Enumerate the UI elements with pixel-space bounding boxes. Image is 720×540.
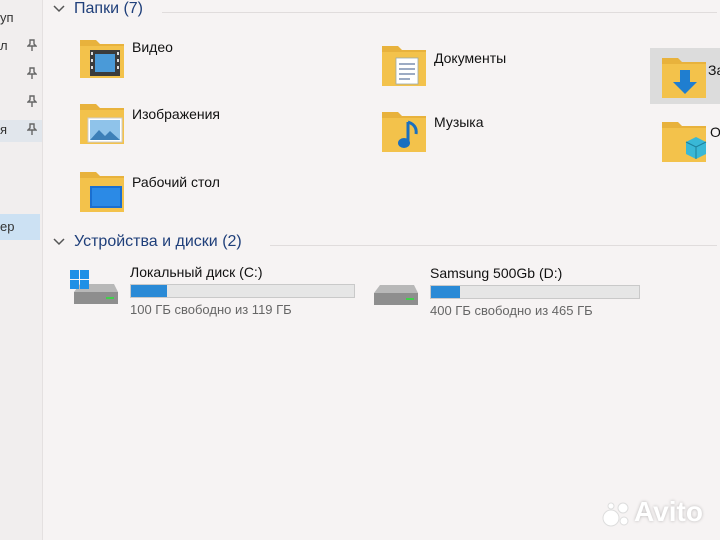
folders-section-title: Папки (7) xyxy=(74,0,143,17)
video-folder-icon xyxy=(80,40,124,78)
downloads-folder-icon xyxy=(662,58,706,98)
folder-label: Рабочий стол xyxy=(132,174,220,190)
folder-label: За xyxy=(708,62,720,78)
pin-icon xyxy=(27,123,37,135)
folder-documents[interactable]: Документы xyxy=(380,40,580,100)
folder-label: Музыка xyxy=(434,114,484,130)
watermark-text: Avito xyxy=(634,496,703,527)
navigation-pane: уп л я ер xyxy=(0,0,43,540)
nav-item-pinned-5[interactable]: я xyxy=(0,120,42,142)
folder-label: Документы xyxy=(434,50,507,66)
nav-item-label: ер xyxy=(0,219,15,234)
avito-watermark: Avito xyxy=(602,496,703,530)
drive-free-space: 400 ГБ свободно из 465 ГБ xyxy=(430,303,593,318)
pin-icon xyxy=(27,39,37,51)
folder-downloads[interactable]: За xyxy=(650,48,720,104)
avito-logo-icon xyxy=(602,502,629,527)
drive-name: Samsung 500Gb (D:) xyxy=(430,265,563,281)
drive-usage-fill xyxy=(131,285,167,297)
nav-item-label: уп xyxy=(0,10,14,25)
nav-item-label: я xyxy=(0,122,8,137)
chevron-down-icon xyxy=(53,5,65,13)
windows-drive-icon xyxy=(70,270,118,304)
folder-3d-objects[interactable]: Об xyxy=(660,116,720,176)
drive-name: Локальный диск (C:) xyxy=(130,264,263,280)
drive-usage-bar xyxy=(430,285,640,299)
nav-item-pinned-2[interactable]: л xyxy=(0,36,42,58)
drives-section-title: Устройства и диски (2) xyxy=(74,233,242,250)
desktop-folder-icon xyxy=(80,172,124,212)
pictures-folder-icon xyxy=(80,104,124,144)
drive-free-space: 100 ГБ свободно из 119 ГБ xyxy=(130,302,292,317)
pin-icon xyxy=(27,95,37,107)
folder-music[interactable]: Музыка xyxy=(380,106,580,166)
drive-c[interactable]: Локальный диск (C:) 100 ГБ свободно из 1… xyxy=(70,264,370,324)
section-divider xyxy=(162,12,717,13)
folder-label: Видео xyxy=(132,39,173,55)
drive-usage-bar xyxy=(130,284,355,298)
folder-video[interactable]: Видео xyxy=(78,32,278,92)
folder-label: Изображения xyxy=(132,106,220,122)
nav-item-label: л xyxy=(0,38,8,53)
folder-pictures[interactable]: Изображения xyxy=(78,98,278,158)
documents-folder-icon xyxy=(382,46,426,86)
3d-objects-folder-icon xyxy=(662,122,707,162)
nav-item-pinned-1[interactable]: уп xyxy=(0,8,42,30)
nav-item-this-pc[interactable]: ер xyxy=(0,214,40,240)
chevron-down-icon xyxy=(53,238,65,246)
pin-icon xyxy=(27,67,37,79)
drives-section-header[interactable]: Устройства и диски (2) xyxy=(52,233,717,257)
section-divider xyxy=(270,245,717,246)
folders-section-header[interactable]: Папки (7) xyxy=(52,0,717,24)
folder-desktop[interactable]: Рабочий стол xyxy=(78,166,278,226)
nav-item-pinned-3[interactable] xyxy=(0,64,42,86)
drive-usage-fill xyxy=(431,286,461,298)
music-folder-icon xyxy=(382,112,426,152)
folder-label: Об xyxy=(710,124,720,140)
hard-drive-icon xyxy=(374,285,418,305)
drive-d[interactable]: Samsung 500Gb (D:) 400 ГБ свободно из 46… xyxy=(370,265,670,325)
nav-item-pinned-4[interactable] xyxy=(0,92,42,114)
